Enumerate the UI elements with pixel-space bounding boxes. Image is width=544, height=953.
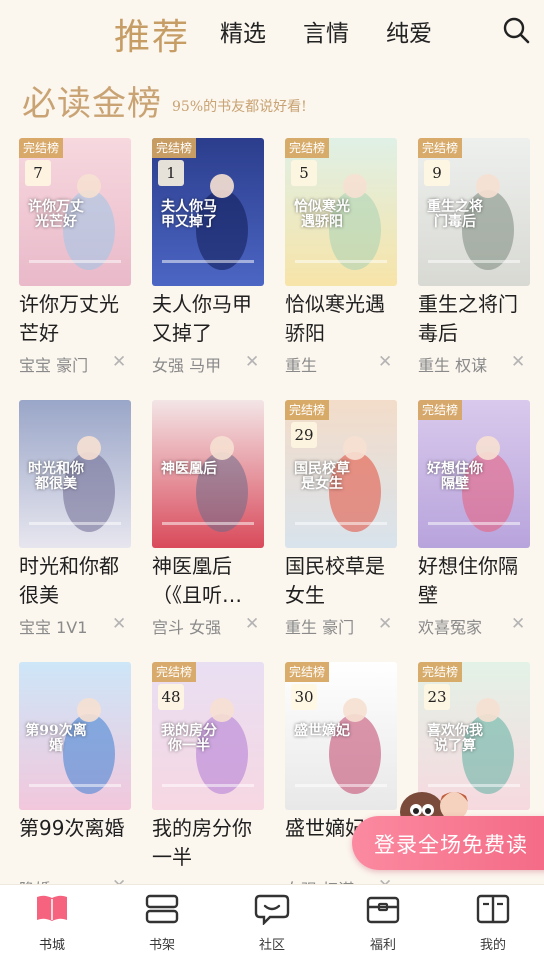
book-title[interactable]: 时光和你都很美 [19, 552, 137, 610]
nav-label-bookstore: 书城 [38, 938, 65, 953]
book-cover[interactable]: 我的房分你一半 完结榜 48 [152, 662, 264, 810]
section-title: 必读金榜 [22, 84, 162, 124]
nav-label-community: 社区 [258, 938, 285, 953]
book-cover[interactable]: 盛世嫡妃 完结榜 30 [285, 662, 397, 810]
book-title[interactable]: 我的房分你一半 [152, 814, 270, 872]
dismiss-icon[interactable]: ✕ [245, 352, 259, 372]
book-cover[interactable]: 神医凰后 [152, 400, 264, 548]
finished-ranking-badge: 完结榜 [418, 662, 463, 682]
tab-pure-love[interactable]: 纯爱 [386, 14, 432, 48]
tab-featured[interactable]: 精选 [220, 14, 266, 48]
nav-item-profile[interactable]: 我的 [453, 885, 533, 953]
book-tags: 宝宝 豪门 [19, 356, 89, 375]
rank-number: 7 [25, 160, 51, 186]
cover-title: 第99次离婚 [25, 723, 87, 754]
nav-label-bookshelf: 书架 [148, 938, 175, 953]
bookshelf-icon [144, 893, 180, 925]
finished-ranking-badge: 完结榜 [152, 138, 197, 158]
search-icon[interactable] [502, 16, 530, 44]
book-title[interactable]: 重生之将门毒后 [418, 290, 536, 348]
cover-title: 夫人你马甲又掉了 [161, 199, 217, 230]
cover-title: 重生之将门毒后 [427, 199, 483, 230]
book-tags: 重生 权谋 [418, 356, 488, 375]
book-cover[interactable]: 许你万丈光芒好 完结榜 7 [19, 138, 131, 286]
rank-number: 5 [291, 160, 317, 186]
tab-romance[interactable]: 言情 [303, 14, 349, 48]
book-tags: 欢喜冤家 [418, 618, 483, 637]
login-free-read-banner[interactable]: 登录全场免费读 [352, 816, 544, 870]
finished-ranking-badge: 完结榜 [418, 138, 463, 158]
tab-recommend[interactable]: 推荐 [114, 8, 190, 60]
nav-item-bookshelf[interactable]: 书架 [122, 885, 202, 953]
book-cover[interactable]: 第99次离婚 [19, 662, 131, 810]
nav-item-community[interactable]: 社区 [232, 885, 312, 953]
bottom-navigation: 书城 书架 社区 福利 我的 [0, 884, 544, 953]
book-title[interactable]: 第99次离婚 [19, 814, 137, 872]
dismiss-icon[interactable]: ✕ [112, 352, 126, 372]
finished-ranking-badge: 完结榜 [285, 662, 330, 682]
dismiss-icon[interactable]: ✕ [511, 614, 525, 634]
book-cover[interactable]: 重生之将门毒后 完结榜 9 [418, 138, 530, 286]
finished-ranking-badge: 完结榜 [285, 138, 330, 158]
book-title[interactable]: 许你万丈光芒好 [19, 290, 137, 348]
dismiss-icon[interactable]: ✕ [378, 614, 392, 634]
finished-ranking-badge: 完结榜 [418, 400, 463, 420]
cover-title: 我的房分你一半 [161, 723, 217, 754]
top-tab-bar: 推荐 精选 言情 纯爱 [0, 0, 544, 60]
cover-title: 恰似寒光遇骄阳 [294, 199, 350, 230]
book-cover[interactable]: 时光和你都很美 [19, 400, 131, 548]
rank-number: 1 [158, 160, 184, 186]
book-tags: 宝宝 1V1 [19, 618, 88, 637]
book-tags: 宫斗 女强 [152, 618, 222, 637]
profile-book-icon [475, 893, 511, 925]
finished-ranking-badge: 完结榜 [152, 662, 197, 682]
book-title[interactable]: 国民校草是女生 [285, 552, 403, 610]
dismiss-icon[interactable]: ✕ [511, 352, 525, 372]
finished-ranking-badge: 完结榜 [19, 138, 64, 158]
book-title[interactable]: 恰似寒光遇骄阳 [285, 290, 403, 348]
cover-title: 神医凰后 [161, 461, 217, 477]
nav-label-profile: 我的 [479, 938, 506, 953]
book-cover[interactable]: 好想住你隔壁 完结榜 [418, 400, 530, 548]
promo-label: 登录全场免费读 [374, 833, 528, 857]
book-cover[interactable]: 夫人你马甲又掉了 完结榜 1 [152, 138, 264, 286]
book-tags: 重生 [285, 356, 318, 375]
section-subtitle: 95%的书友都说好看! [172, 99, 307, 115]
rank-number: 48 [158, 684, 184, 710]
rank-number: 23 [424, 684, 450, 710]
cover-title: 喜欢你我说了算 [427, 723, 483, 754]
dismiss-icon[interactable]: ✕ [378, 352, 392, 372]
book-cover[interactable]: 恰似寒光遇骄阳 完结榜 5 [285, 138, 397, 286]
rank-number: 9 [424, 160, 450, 186]
cover-title: 国民校草是女生 [294, 461, 350, 492]
dismiss-icon[interactable]: ✕ [112, 614, 126, 634]
book-open-icon [34, 893, 70, 925]
book-cover[interactable]: 国民校草是女生 完结榜 29 [285, 400, 397, 548]
rank-number: 29 [291, 422, 317, 448]
finished-ranking-badge: 完结榜 [285, 400, 330, 420]
nav-item-benefits[interactable]: 福利 [343, 885, 423, 953]
nav-item-bookstore[interactable]: 书城 [12, 885, 92, 953]
dismiss-icon[interactable]: ✕ [245, 614, 259, 634]
nav-label-benefits: 福利 [369, 938, 396, 953]
chat-bubble-icon [254, 893, 290, 926]
cover-title: 盛世嫡妃 [294, 723, 350, 739]
book-title[interactable]: 神医凰后（《且听… [152, 552, 270, 610]
book-tags: 重生 豪门 [285, 618, 355, 637]
book-tags: 女强 马甲 [152, 356, 222, 375]
cover-title: 好想住你隔壁 [427, 461, 483, 492]
cover-title: 时光和你都很美 [28, 461, 84, 492]
book-title[interactable]: 好想住你隔壁 [418, 552, 536, 610]
book-title[interactable]: 夫人你马甲又掉了 [152, 290, 270, 348]
gift-box-icon [365, 893, 401, 925]
cover-title: 许你万丈光芒好 [28, 199, 84, 230]
rank-number: 30 [291, 684, 317, 710]
